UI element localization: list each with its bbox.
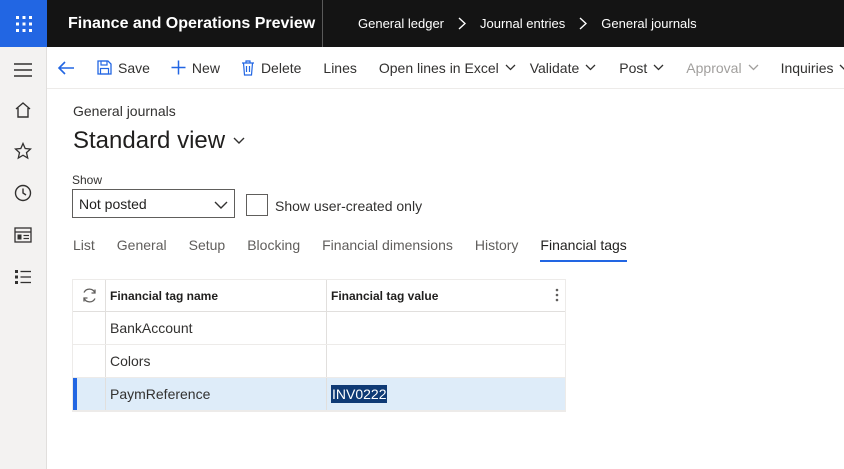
save-label: Save [118,59,150,76]
table-row[interactable]: Colors [73,345,565,378]
tab-setup[interactable]: Setup [189,237,226,262]
show-select-value: Not posted [79,195,147,212]
chevron-down-icon [214,197,228,213]
chevron-down-icon [653,64,664,71]
topbar-divider [322,0,323,47]
home-icon[interactable] [13,100,33,120]
validate-button[interactable]: Validate [530,47,597,89]
cell-tag-value[interactable] [327,312,565,344]
view-title: Standard view [73,127,226,154]
show-label: Show [72,173,103,187]
row-selector[interactable] [73,378,106,410]
open-lines-in-excel-button[interactable]: Open lines in Excel [379,47,516,89]
validate-label: Validate [529,59,580,76]
refresh-icon [82,288,96,303]
column-header-tag-value-label: Financial tag value [331,288,439,303]
lines-label: Lines [323,59,357,76]
more-vertical-icon[interactable] [555,288,559,305]
column-header-tag-name[interactable]: Financial tag name [106,280,327,311]
tab-list[interactable]: List [73,237,95,262]
approval-label: Approval [686,59,742,76]
new-label: New [191,59,220,76]
waffle-icon [15,15,32,32]
save-button[interactable]: Save [97,47,150,89]
waffle-button[interactable] [0,0,47,47]
delete-button[interactable]: Delete [241,47,301,89]
tab-history[interactable]: History [475,237,519,262]
star-icon[interactable] [13,141,33,161]
column-header-tag-value[interactable]: Financial tag value [327,280,565,311]
breadcrumb-general-journals[interactable]: General journals [601,16,696,31]
show-user-created-checkbox[interactable] [246,194,268,216]
app-title[interactable]: Finance and Operations Preview [68,15,322,33]
back-button[interactable] [57,47,75,89]
action-pane: Save New Delete Lines Open lines in Exce… [47,47,844,89]
table-row-selected[interactable]: PaymReference INV0222 [73,378,565,411]
cell-tag-name[interactable]: PaymReference [106,378,327,410]
lines-button[interactable]: Lines [323,47,356,89]
chevron-right-icon [579,17,588,30]
cell-tag-value-input[interactable]: INV0222 [327,378,565,410]
delete-label: Delete [260,59,302,76]
hamburger-icon[interactable] [13,60,33,80]
content-area: General journals Standard view Show Not … [47,89,844,469]
chevron-right-icon [458,17,466,30]
breadcrumb-general-ledger[interactable]: General ledger [358,16,444,31]
tab-financial-dimensions[interactable]: Financial dimensions [322,237,453,262]
view-selector[interactable]: Standard view [73,127,245,155]
cell-tag-value[interactable] [327,345,565,377]
chevron-down-icon [839,64,844,71]
tab-general[interactable]: General [117,237,167,262]
chevron-down-icon [505,64,516,71]
financial-tags-grid: Financial tag name Financial tag value B… [72,279,566,412]
new-button[interactable]: New [171,47,220,89]
breadcrumb: General ledger Journal entries General j… [358,16,697,31]
chevron-down-icon [233,137,245,145]
row-selector[interactable] [73,345,106,377]
top-bar: Finance and Operations Preview General l… [0,0,844,47]
row-selector[interactable] [73,312,106,344]
open-in-excel-label: Open lines in Excel [378,59,499,76]
back-arrow-icon [57,60,74,75]
approval-button[interactable]: Approval [686,47,759,89]
left-nav [0,47,47,469]
tab-bar: List General Setup Blocking Financial di… [73,237,649,262]
tab-financial-tags[interactable]: Financial tags [540,237,627,262]
checkbox-label: Show user-created only [275,198,423,214]
chevron-down-icon [585,64,596,71]
save-icon [97,60,112,75]
selected-value-text: INV0222 [331,385,388,403]
tab-blocking[interactable]: Blocking [247,237,300,262]
breadcrumb-journal-entries[interactable]: Journal entries [480,16,565,31]
page-caption: General journals [73,103,176,119]
refresh-button[interactable] [73,280,106,311]
list-icon[interactable] [13,267,33,287]
inquiries-label: Inquiries [780,59,834,76]
workspace-icon[interactable] [13,225,33,245]
trash-icon [241,59,255,76]
clock-icon[interactable] [13,183,33,203]
post-button[interactable]: Post [619,47,664,89]
cell-tag-name[interactable]: Colors [106,345,327,377]
post-label: Post [619,59,648,76]
grid-header: Financial tag name Financial tag value [73,280,565,312]
cell-tag-name[interactable]: BankAccount [106,312,327,344]
chevron-down-icon [748,64,759,71]
table-row[interactable]: BankAccount [73,312,565,345]
show-select[interactable]: Not posted [72,189,235,218]
plus-icon [171,60,186,75]
inquiries-button[interactable]: Inquiries [781,47,844,89]
